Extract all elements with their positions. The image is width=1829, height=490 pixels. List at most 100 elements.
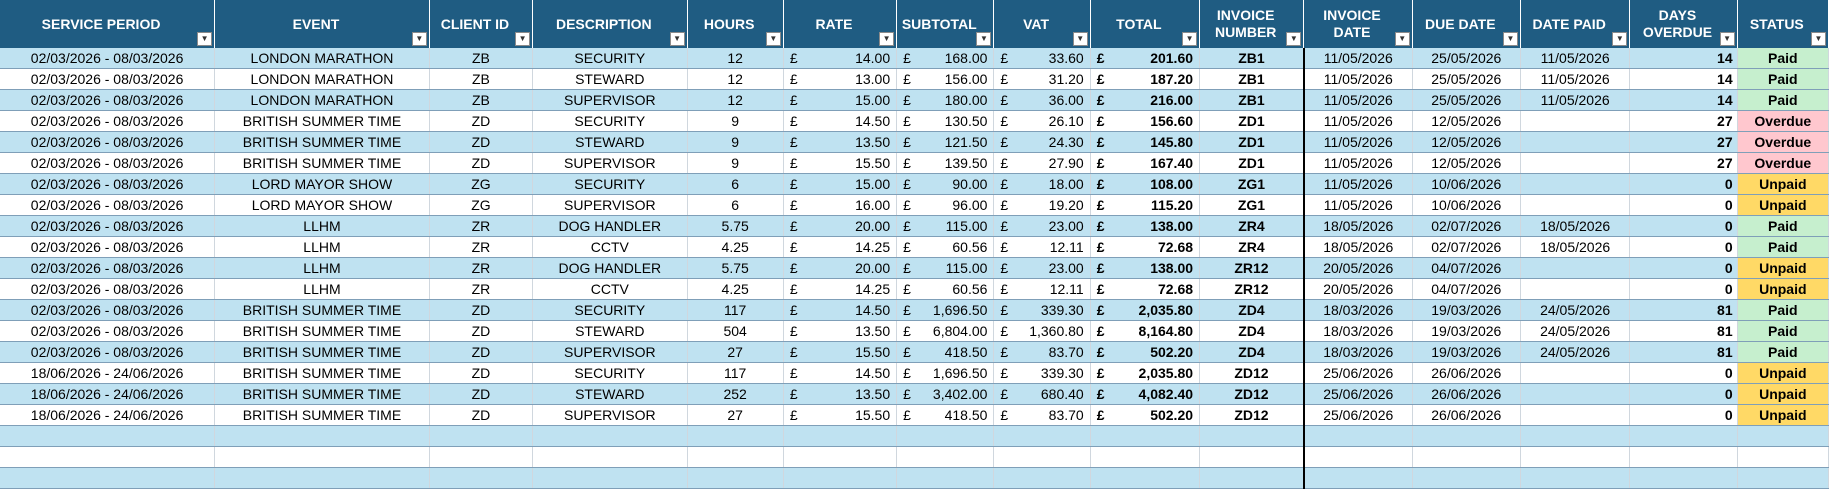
cell-vat[interactable]: £19.20 bbox=[993, 194, 1091, 216]
cell-client-id[interactable]: ZR bbox=[429, 278, 534, 300]
status-badge[interactable]: Paid bbox=[1737, 320, 1829, 342]
cell-subtotal[interactable]: £3,402.00 bbox=[896, 383, 995, 405]
cell-hours[interactable]: 504 bbox=[687, 320, 784, 342]
empty-cell[interactable] bbox=[532, 467, 688, 489]
cell-invoice-date[interactable]: 11/05/2026 bbox=[1303, 152, 1413, 174]
cell-client-id[interactable]: ZR bbox=[429, 236, 534, 258]
cell-invoice-number[interactable]: ZD12 bbox=[1199, 404, 1305, 426]
status-badge[interactable]: Unpaid bbox=[1737, 362, 1829, 384]
cell-service-period[interactable]: 18/06/2026 - 24/06/2026 bbox=[0, 383, 216, 405]
cell-invoice-date[interactable]: 11/05/2026 bbox=[1303, 110, 1413, 132]
cell-total[interactable]: £502.20 bbox=[1090, 341, 1201, 363]
empty-cell[interactable] bbox=[1303, 467, 1413, 489]
cell-vat[interactable]: £680.40 bbox=[993, 383, 1091, 405]
empty-cell[interactable] bbox=[1090, 467, 1201, 489]
empty-cell[interactable] bbox=[1629, 446, 1738, 468]
cell-hours[interactable]: 9 bbox=[687, 152, 784, 174]
column-header-service-period[interactable]: SERVICE PERIOD ▼ bbox=[0, 0, 216, 48]
cell-rate[interactable]: £20.00 bbox=[783, 215, 898, 237]
cell-total[interactable]: £138.00 bbox=[1090, 257, 1201, 279]
cell-total[interactable]: £8,164.80 bbox=[1090, 320, 1201, 342]
cell-subtotal[interactable]: £139.50 bbox=[896, 152, 995, 174]
cell-description[interactable]: STEWARD bbox=[532, 383, 688, 405]
empty-cell[interactable] bbox=[214, 425, 430, 447]
empty-cell[interactable] bbox=[896, 425, 995, 447]
filter-dropdown-button[interactable]: ▼ bbox=[879, 32, 895, 46]
cell-invoice-number[interactable]: ZG1 bbox=[1199, 194, 1305, 216]
empty-cell[interactable] bbox=[429, 467, 534, 489]
cell-due-date[interactable]: 26/06/2026 bbox=[1412, 362, 1521, 384]
cell-rate[interactable]: £14.50 bbox=[783, 362, 898, 384]
empty-cell[interactable] bbox=[993, 446, 1091, 468]
column-header-total[interactable]: TOTAL ▼ bbox=[1090, 0, 1201, 48]
empty-cell[interactable] bbox=[1412, 425, 1521, 447]
cell-days-overdue[interactable]: 0 bbox=[1629, 257, 1738, 279]
cell-client-id[interactable]: ZB bbox=[429, 48, 534, 69]
cell-invoice-number[interactable]: ZD4 bbox=[1199, 341, 1305, 363]
cell-total[interactable]: £2,035.80 bbox=[1090, 362, 1201, 384]
cell-total[interactable]: £72.68 bbox=[1090, 236, 1201, 258]
cell-invoice-number[interactable]: ZB1 bbox=[1199, 68, 1305, 90]
cell-total[interactable]: £72.68 bbox=[1090, 278, 1201, 300]
empty-cell[interactable] bbox=[1199, 446, 1305, 468]
cell-date-paid[interactable]: 24/05/2026 bbox=[1520, 299, 1631, 321]
cell-service-period[interactable]: 02/03/2026 - 08/03/2026 bbox=[0, 152, 216, 174]
cell-rate[interactable]: £13.50 bbox=[783, 383, 898, 405]
cell-due-date[interactable]: 04/07/2026 bbox=[1412, 257, 1521, 279]
cell-hours[interactable]: 5.75 bbox=[687, 257, 784, 279]
column-header-subtotal[interactable]: SUBTOTAL ▼ bbox=[896, 0, 995, 48]
cell-client-id[interactable]: ZD bbox=[429, 320, 534, 342]
empty-cell[interactable] bbox=[0, 425, 216, 447]
cell-invoice-number[interactable]: ZR12 bbox=[1199, 278, 1305, 300]
cell-total[interactable]: £216.00 bbox=[1090, 89, 1201, 111]
cell-vat[interactable]: £23.00 bbox=[993, 215, 1091, 237]
cell-rate[interactable]: £15.00 bbox=[783, 173, 898, 195]
cell-vat[interactable]: £36.00 bbox=[993, 89, 1091, 111]
cell-description[interactable]: SECURITY bbox=[532, 173, 688, 195]
cell-hours[interactable]: 252 bbox=[687, 383, 784, 405]
cell-days-overdue[interactable]: 0 bbox=[1629, 236, 1738, 258]
cell-description[interactable]: CCTV bbox=[532, 278, 688, 300]
cell-invoice-number[interactable]: ZB1 bbox=[1199, 48, 1305, 69]
status-badge[interactable]: Paid bbox=[1737, 68, 1829, 90]
cell-rate[interactable]: £15.00 bbox=[783, 89, 898, 111]
status-badge[interactable]: Unpaid bbox=[1737, 194, 1829, 216]
status-badge[interactable]: Unpaid bbox=[1737, 278, 1829, 300]
cell-description[interactable]: SECURITY bbox=[532, 110, 688, 132]
cell-invoice-number[interactable]: ZD1 bbox=[1199, 152, 1305, 174]
filter-dropdown-button[interactable]: ▼ bbox=[1182, 32, 1198, 46]
cell-due-date[interactable]: 10/06/2026 bbox=[1412, 194, 1521, 216]
empty-cell[interactable] bbox=[1199, 467, 1305, 489]
cell-total[interactable]: £115.20 bbox=[1090, 194, 1201, 216]
filter-dropdown-button[interactable]: ▼ bbox=[515, 32, 531, 46]
status-badge[interactable]: Paid bbox=[1737, 341, 1829, 363]
cell-description[interactable]: STEWARD bbox=[532, 131, 688, 153]
cell-invoice-date[interactable]: 25/06/2026 bbox=[1303, 404, 1413, 426]
cell-days-overdue[interactable]: 0 bbox=[1629, 194, 1738, 216]
cell-service-period[interactable]: 02/03/2026 - 08/03/2026 bbox=[0, 236, 216, 258]
cell-vat[interactable]: £83.70 bbox=[993, 341, 1091, 363]
cell-invoice-date[interactable]: 18/03/2026 bbox=[1303, 341, 1413, 363]
cell-days-overdue[interactable]: 27 bbox=[1629, 152, 1738, 174]
cell-due-date[interactable]: 12/05/2026 bbox=[1412, 131, 1521, 153]
column-header-invoice-number[interactable]: INVOICE NUMBER ▼ bbox=[1199, 0, 1305, 48]
column-header-status[interactable]: STATUS ▼ bbox=[1737, 0, 1829, 48]
cell-vat[interactable]: £33.60 bbox=[993, 48, 1091, 69]
cell-client-id[interactable]: ZG bbox=[429, 173, 534, 195]
cell-total[interactable]: £2,035.80 bbox=[1090, 299, 1201, 321]
cell-vat[interactable]: £27.90 bbox=[993, 152, 1091, 174]
cell-total[interactable]: £201.60 bbox=[1090, 48, 1201, 69]
cell-rate[interactable]: £16.00 bbox=[783, 194, 898, 216]
filter-dropdown-button[interactable]: ▼ bbox=[1719, 32, 1735, 46]
column-header-hours[interactable]: HOURS ▼ bbox=[687, 0, 784, 48]
cell-description[interactable]: DOG HANDLER bbox=[532, 215, 688, 237]
cell-due-date[interactable]: 25/05/2026 bbox=[1412, 89, 1521, 111]
cell-date-paid[interactable]: 11/05/2026 bbox=[1520, 89, 1631, 111]
cell-subtotal[interactable]: £418.50 bbox=[896, 404, 995, 426]
empty-cell[interactable] bbox=[214, 446, 430, 468]
column-header-due-date[interactable]: DUE DATE ▼ bbox=[1412, 0, 1521, 48]
cell-date-paid[interactable] bbox=[1520, 383, 1631, 405]
cell-date-paid[interactable] bbox=[1520, 131, 1631, 153]
empty-cell[interactable] bbox=[214, 467, 430, 489]
empty-cell[interactable] bbox=[0, 446, 216, 468]
